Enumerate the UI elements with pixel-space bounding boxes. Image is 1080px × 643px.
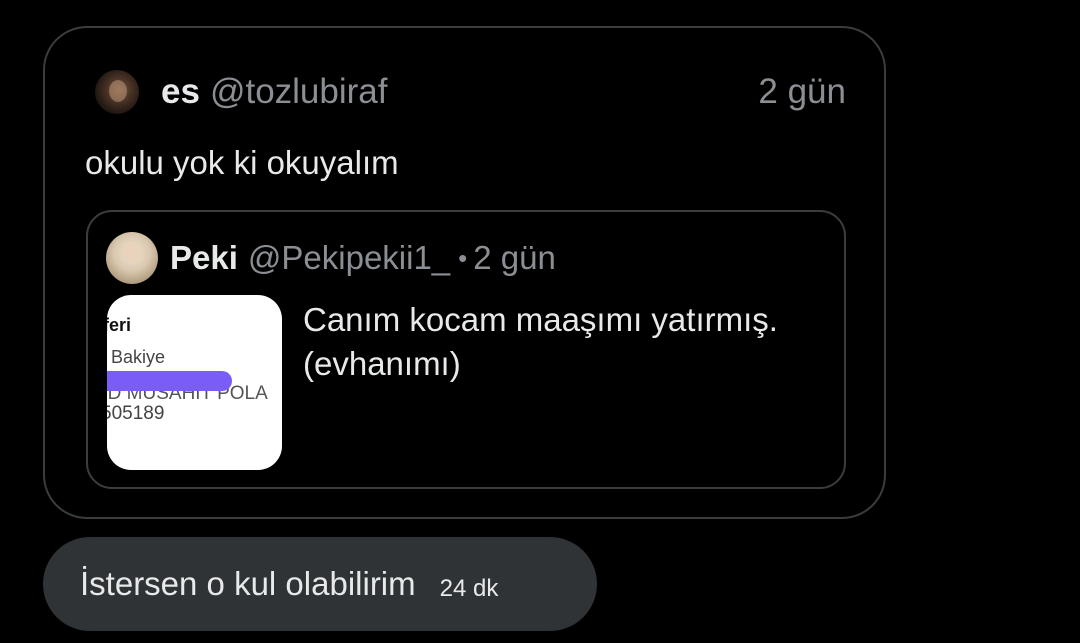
quoted-tweet-header: Peki @Pekipekii1_ • 2 gün <box>106 230 556 286</box>
quoted-display-name: Peki <box>170 239 238 276</box>
shared-tweet-card[interactable]: es @tozlubiraf 2 gün okulu yok ki okuyal… <box>43 26 886 519</box>
tweet-text: okulu yok ki okuyalım <box>85 144 399 181</box>
message-timestamp: 24 dk <box>439 575 499 602</box>
quoted-tweet-card[interactable]: Peki @Pekipekii1_ • 2 gün feri ı Bakiye … <box>86 210 846 489</box>
quoted-tweet-text: Canım kocam maaşımı yatırmış.(evhanımı) <box>303 301 778 382</box>
quoted-handle: @Pekipekii1_ <box>247 239 451 276</box>
thumbnail-text: 505189 <box>107 403 165 424</box>
avatar[interactable] <box>95 70 139 114</box>
tweet-timestamp: 2 gün <box>758 72 846 111</box>
thumbnail-text: ı Bakiye <box>107 347 166 367</box>
quoted-timestamp: 2 gün <box>473 239 556 276</box>
thumbnail-text: feri <box>107 315 132 335</box>
author-handle[interactable]: @tozlubiraf <box>210 72 388 112</box>
quoted-avatar[interactable] <box>106 232 158 284</box>
message-text: İstersen o kul olabilirim <box>80 565 416 602</box>
message-bubble[interactable]: İstersen o kul olabilirim 24 dk <box>43 537 597 631</box>
author-display-name[interactable]: es <box>161 72 200 112</box>
separator-dot: • <box>458 242 468 273</box>
quoted-media-thumbnail[interactable]: feri ı Bakiye ED MUSAHIT POLA 505189 <box>107 295 282 470</box>
redaction-bar <box>107 371 232 391</box>
tweet-header: es @tozlubiraf 2 gün <box>95 66 846 118</box>
